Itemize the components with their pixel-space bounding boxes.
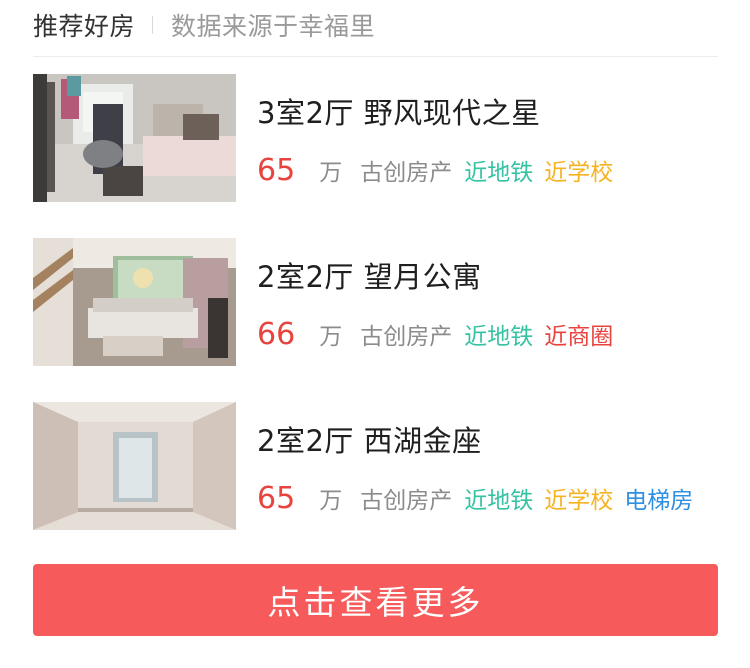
agency-name: 古创房产 <box>360 324 453 350</box>
data-source-label: 数据来源于幸福里 <box>171 12 376 41</box>
listing-title: 3室2厅 野风现代之星 <box>257 96 541 130</box>
section-header: 推荐好房 数据来源于幸福里 <box>33 8 375 42</box>
header-divider <box>152 16 154 34</box>
listing-title: 2室2厅 望月公寓 <box>257 260 482 294</box>
tag-near-subway: 近地铁 <box>464 160 534 186</box>
tag-elevator: 电梯房 <box>624 488 694 514</box>
listing-price: 66 <box>257 317 296 352</box>
listing-item-2[interactable]: 2室2厅 望月公寓 66 万 古创房产 近地铁 近商圈 <box>33 238 718 366</box>
listing-meta: 65 万 古创房产 近地铁 近学校 电梯房 <box>257 481 704 516</box>
header-bottom-divider <box>33 56 718 57</box>
tag-near-school: 近学校 <box>544 160 614 186</box>
listing-photo[interactable] <box>33 74 236 202</box>
section-title: 推荐好房 <box>33 12 136 41</box>
agency-name: 古创房产 <box>360 488 453 514</box>
price-unit: 万 <box>319 160 343 186</box>
view-more-button[interactable]: 点击查看更多 <box>33 564 718 636</box>
listing-meta: 66 万 古创房产 近地铁 近商圈 <box>257 317 624 352</box>
listing-price: 65 <box>257 481 296 516</box>
listing-item-3[interactable]: 2室2厅 西湖金座 65 万 古创房产 近地铁 近学校 电梯房 <box>33 402 718 530</box>
listing-photo[interactable] <box>33 238 236 366</box>
listing-item-1[interactable]: 3室2厅 野风现代之星 65 万 古创房产 近地铁 近学校 <box>33 74 718 202</box>
tag-near-school: 近学校 <box>544 488 614 514</box>
listing-photo[interactable] <box>33 402 236 530</box>
price-unit: 万 <box>319 324 343 350</box>
price-unit: 万 <box>319 488 343 514</box>
listing-meta: 65 万 古创房产 近地铁 近学校 <box>257 153 624 188</box>
tag-near-shopping: 近商圈 <box>544 324 614 350</box>
listing-price: 65 <box>257 153 296 188</box>
tag-near-subway: 近地铁 <box>464 488 534 514</box>
agency-name: 古创房产 <box>360 160 453 186</box>
listing-title: 2室2厅 西湖金座 <box>257 424 482 458</box>
tag-near-subway: 近地铁 <box>464 324 534 350</box>
